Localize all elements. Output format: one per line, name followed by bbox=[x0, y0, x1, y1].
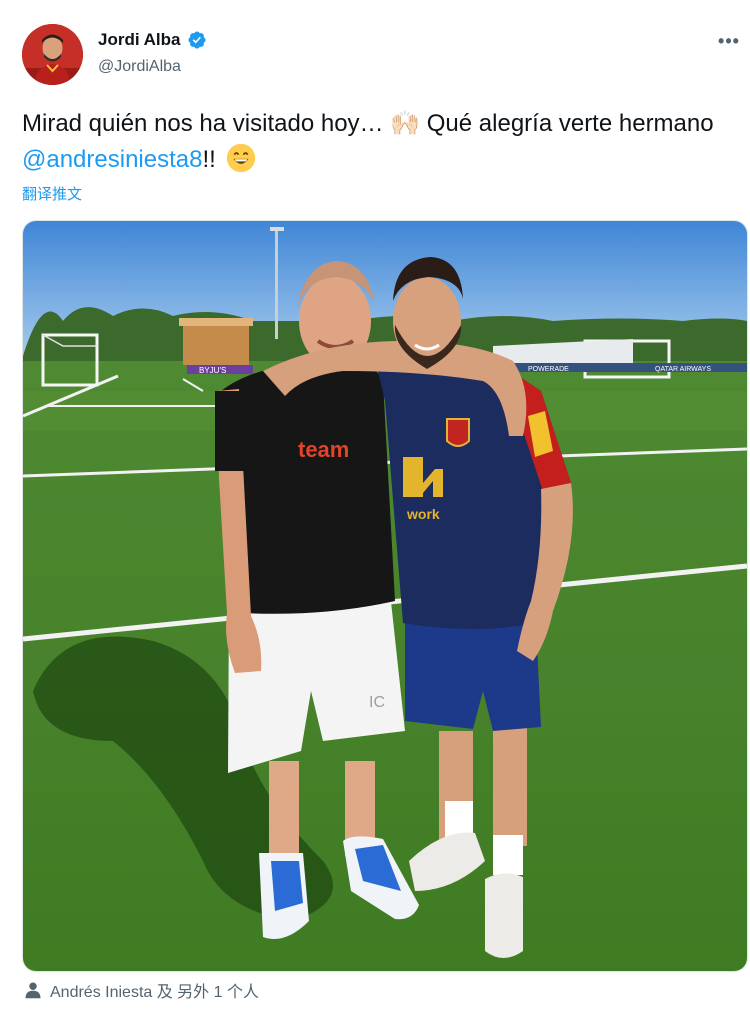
mention-link[interactable]: @andresiniesta8 bbox=[22, 146, 202, 173]
photo-shirt-text: team bbox=[298, 437, 349, 462]
photo-banner-text-1: POWERADE bbox=[528, 366, 569, 373]
author-handle[interactable]: @JordiAlba bbox=[98, 58, 181, 76]
tweet-card: Jordi Alba @JordiAlba ••• Mirad quién no… bbox=[0, 0, 750, 1010]
tweet-text-part2: Qué alegría verte hermano bbox=[420, 110, 714, 137]
author-name-row[interactable]: Jordi Alba bbox=[98, 30, 207, 50]
avatar-image bbox=[22, 24, 83, 85]
tagged-people-label[interactable]: Andrés Iniesta 及 另外 1 个人 bbox=[50, 978, 259, 1002]
grinning-face-emoji-icon bbox=[227, 143, 256, 173]
raising-hands-emoji: 🙌🏻 bbox=[390, 110, 421, 137]
author-display-name[interactable]: Jordi Alba bbox=[98, 30, 181, 50]
tweet-text: Mirad quién nos ha visitado hoy… 🙌🏻 Qué … bbox=[22, 106, 742, 178]
photo-board-text: BYJU'S bbox=[199, 366, 226, 375]
author-avatar[interactable] bbox=[22, 24, 83, 85]
tweet-text-part1: Mirad quién nos ha visitado hoy… bbox=[22, 110, 391, 137]
person-icon bbox=[25, 982, 41, 999]
verified-badge-icon bbox=[187, 31, 206, 49]
tweet-text-part3: !! bbox=[202, 146, 216, 173]
tweet-photo[interactable]: POWERADE QATAR AIRWAYS BYJU'S IC team wo… bbox=[22, 220, 748, 972]
more-options-icon[interactable]: ••• bbox=[712, 26, 746, 56]
translate-tweet-link[interactable]: 翻译推文 bbox=[22, 183, 82, 204]
tagged-people[interactable]: Andrés Iniesta 及 另外 1 个人 bbox=[24, 978, 259, 1002]
photo-shorts-text: IC bbox=[369, 694, 385, 711]
photo-banner-text-2: QATAR AIRWAYS bbox=[655, 366, 711, 373]
photo-scene: POWERADE QATAR AIRWAYS BYJU'S IC team wo… bbox=[23, 221, 747, 971]
photo-shirt-text-right: work bbox=[406, 506, 440, 522]
